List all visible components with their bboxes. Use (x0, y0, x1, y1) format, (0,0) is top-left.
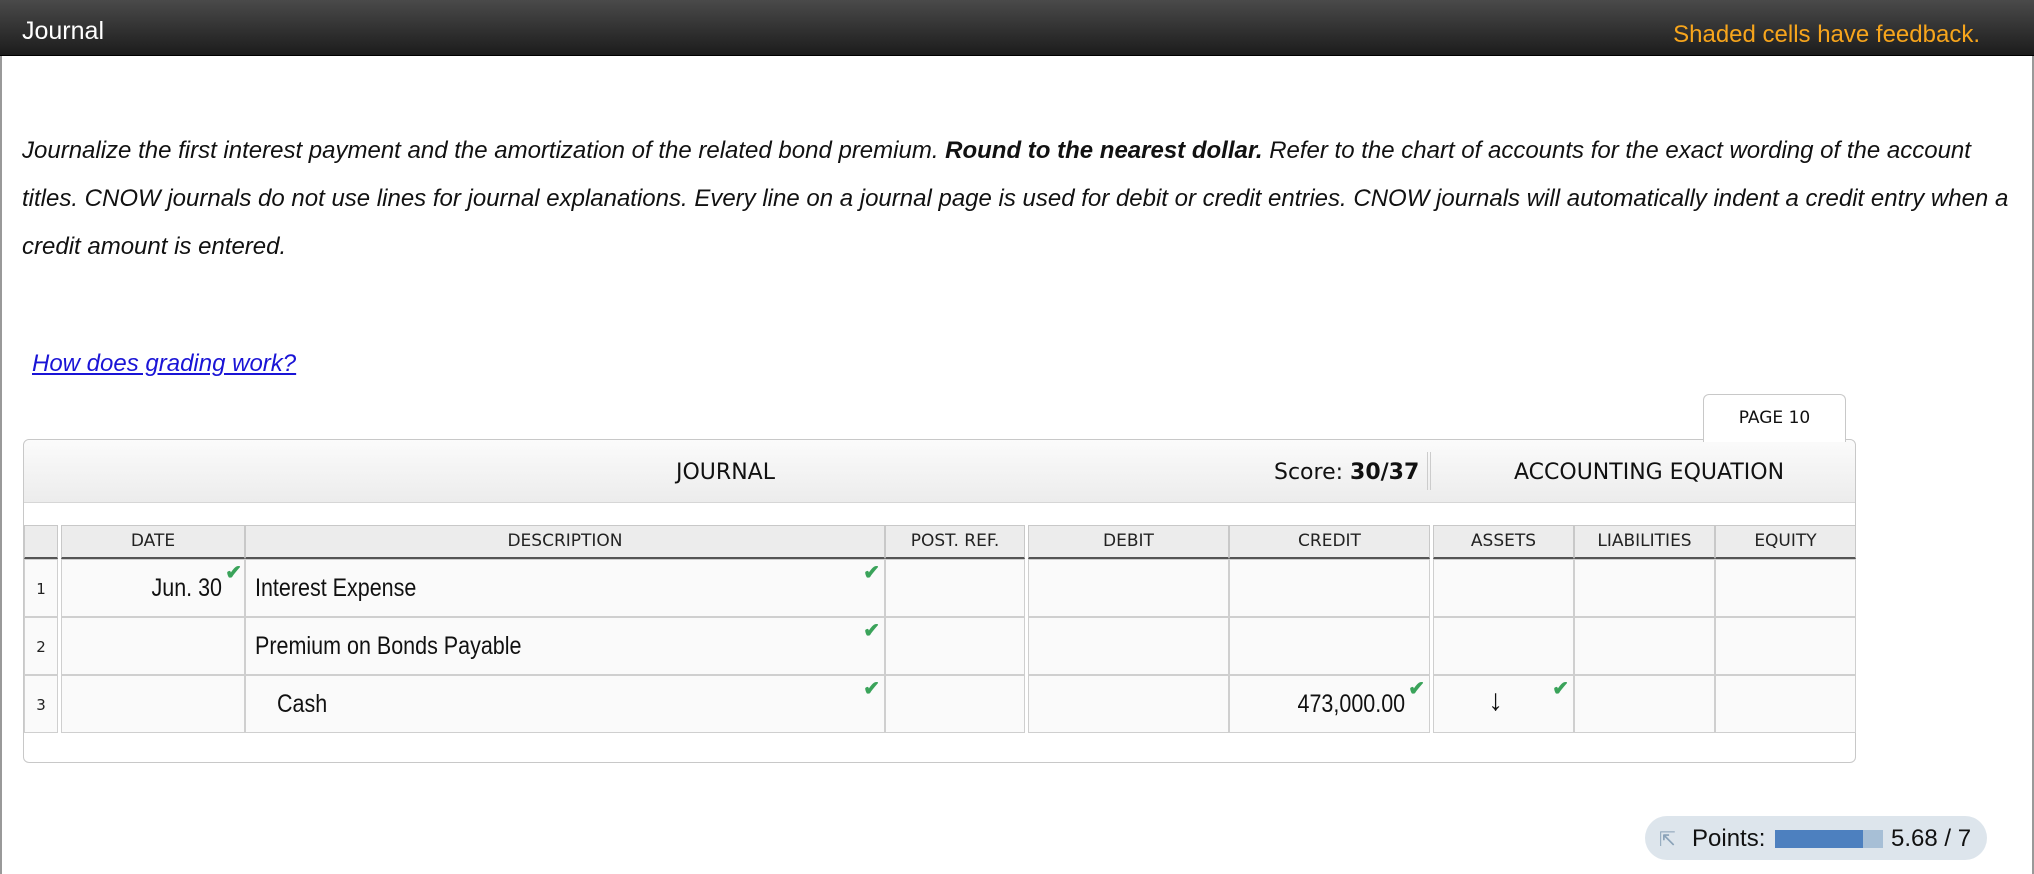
instructions: Journalize the first interest payment an… (22, 127, 2018, 271)
col-header-assets: ASSETS (1433, 525, 1574, 559)
score-display: Score: 30/37 (1274, 460, 1419, 485)
equity-cell[interactable] (1715, 559, 1856, 617)
equity-cell[interactable] (1715, 617, 1856, 675)
title-bar: Journal Shaded cells have feedback. (0, 0, 2034, 56)
decrease-arrow-icon: ↓ (1488, 684, 1503, 717)
window-title: Journal (22, 17, 104, 45)
assets-cell[interactable] (1433, 617, 1574, 675)
description-value: Cash (277, 690, 328, 718)
col-header-post-ref: POST. REF. (885, 525, 1025, 559)
credit-value: 473,000.00 (1297, 690, 1405, 718)
liabilities-cell[interactable] (1574, 675, 1715, 733)
col-header-credit: CREDIT (1229, 525, 1430, 559)
debit-cell[interactable] (1028, 675, 1229, 733)
journal-title: JOURNAL (676, 460, 775, 485)
correct-check-icon: ✔ (1552, 678, 1569, 700)
points-indicator: ⇱ Points: 5.68 / 7 (1645, 816, 1987, 860)
correct-check-icon: ✔ (225, 562, 242, 584)
description-cell[interactable]: Premium on Bonds Payable ✔ (245, 617, 885, 675)
accounting-equation-title: ACCOUNTING EQUATION (1514, 460, 1785, 485)
header-divider (1427, 452, 1431, 490)
correct-check-icon: ✔ (863, 678, 880, 700)
col-header-description: DESCRIPTION (245, 525, 885, 559)
description-value: Premium on Bonds Payable (255, 632, 522, 660)
liabilities-cell[interactable] (1574, 617, 1715, 675)
date-cell[interactable]: Jun. 30 ✔ (61, 559, 245, 617)
grading-help-link[interactable]: How does grading work? (32, 350, 296, 378)
row-number: 1 (24, 559, 58, 617)
assets-cell[interactable] (1433, 559, 1574, 617)
expand-arrow-icon[interactable]: ⇱ (1659, 827, 1683, 851)
col-header-equity: EQUITY (1715, 525, 1856, 559)
correct-check-icon: ✔ (1408, 678, 1425, 700)
correct-check-icon: ✔ (863, 562, 880, 584)
date-cell[interactable] (61, 675, 245, 733)
liabilities-cell[interactable] (1574, 559, 1715, 617)
post-ref-cell[interactable] (885, 675, 1025, 733)
rownum-header (24, 525, 58, 559)
points-label: Points: (1692, 825, 1766, 852)
correct-check-icon: ✔ (863, 620, 880, 642)
date-cell[interactable] (61, 617, 245, 675)
row-number: 2 (24, 617, 58, 675)
credit-cell[interactable] (1229, 617, 1430, 675)
equity-cell[interactable] (1715, 675, 1856, 733)
points-progress-bar (1775, 830, 1883, 848)
points-progress-fill (1775, 830, 1863, 848)
points-value: 5.68 / 7 (1891, 825, 1972, 852)
debit-cell[interactable] (1028, 617, 1229, 675)
credit-cell[interactable] (1229, 559, 1430, 617)
score-label: Score: (1274, 460, 1344, 485)
journal-panel: JOURNAL Score: 30/37 ACCOUNTING EQUATION… (23, 439, 1856, 763)
score-value: 30/37 (1350, 460, 1420, 485)
description-cell[interactable]: Interest Expense ✔ (245, 559, 885, 617)
description-value: Interest Expense (255, 574, 417, 602)
credit-cell[interactable]: 473,000.00 ✔ (1229, 675, 1430, 733)
debit-cell[interactable] (1028, 559, 1229, 617)
date-value: Jun. 30 (151, 574, 222, 602)
journal-panel-header: JOURNAL Score: 30/37 ACCOUNTING EQUATION (24, 440, 1855, 503)
instructions-text-1: Journalize the first interest payment an… (22, 137, 946, 164)
feedback-note: Shaded cells have feedback. (1673, 21, 1980, 48)
row-number: 3 (24, 675, 58, 733)
post-ref-cell[interactable] (885, 617, 1025, 675)
col-header-date: DATE (61, 525, 245, 559)
col-header-debit: DEBIT (1028, 525, 1229, 559)
post-ref-cell[interactable] (885, 559, 1025, 617)
page-tab[interactable]: PAGE 10 (1703, 394, 1846, 442)
instructions-bold: Round to the nearest dollar. (945, 137, 1263, 164)
col-header-liabilities: LIABILITIES (1574, 525, 1715, 559)
assets-cell[interactable]: ↓ ✔ (1433, 675, 1574, 733)
description-cell[interactable]: Cash ✔ (245, 675, 885, 733)
